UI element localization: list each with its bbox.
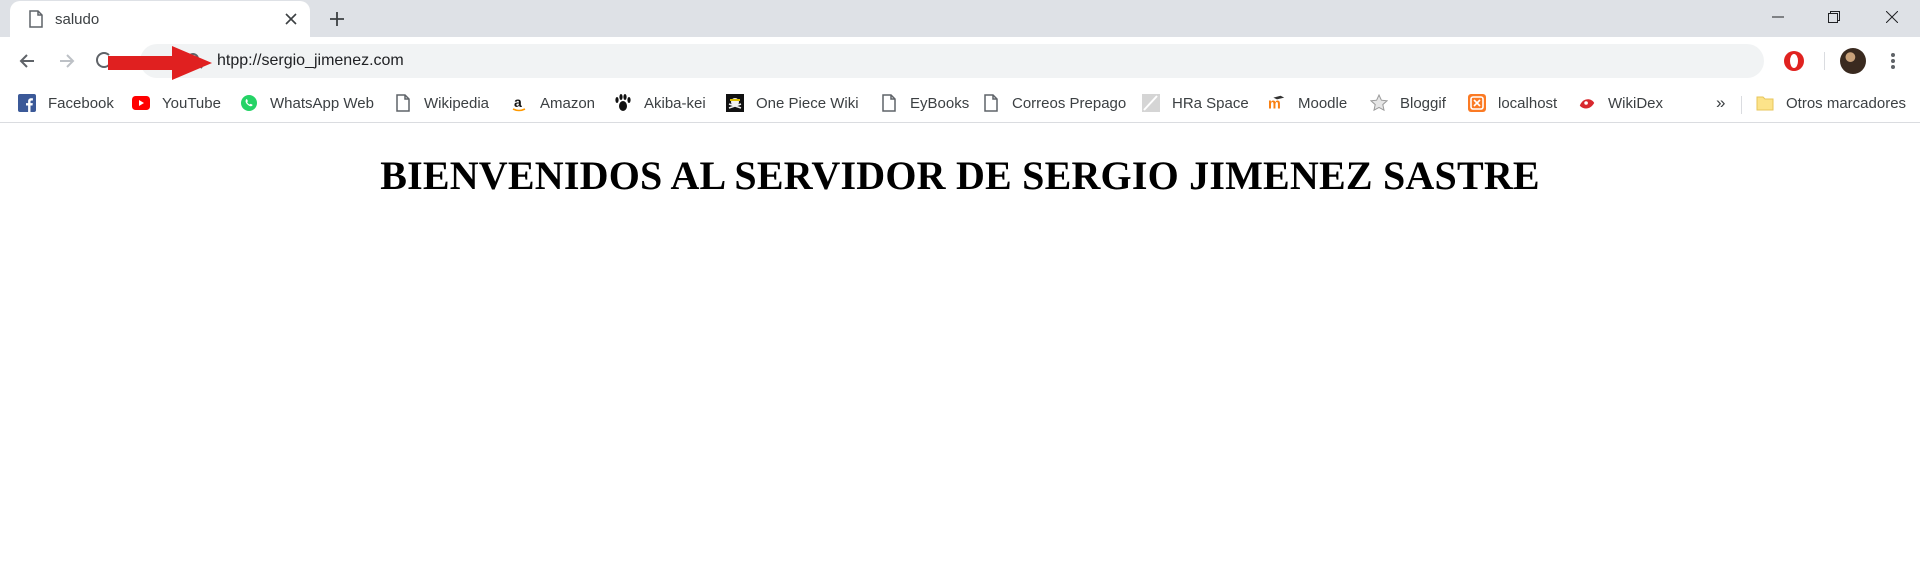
bookmark-one-piece-wiki[interactable]: One Piece Wiki: [726, 92, 859, 114]
bookmark-eybooks[interactable]: EyBooks: [880, 92, 969, 114]
bookmark-localhost[interactable]: localhost: [1468, 92, 1557, 114]
minimize-button[interactable]: [1750, 0, 1806, 34]
bookmarks-overflow-button[interactable]: »: [1716, 93, 1725, 113]
bookmark-youtube[interactable]: YouTube: [132, 92, 221, 114]
address-bar[interactable]: htpp://sergio_jimenez.com: [140, 44, 1764, 78]
bookmarks-bar: Facebook YouTube WhatsApp Web Wikipedia …: [0, 84, 1920, 123]
xampp-icon: [1468, 94, 1486, 112]
bookmark-label: YouTube: [162, 94, 221, 112]
menu-kebab-icon[interactable]: [1880, 48, 1906, 74]
bookmark-label: EyBooks: [910, 94, 970, 112]
tab-strip: saludo: [0, 0, 1920, 37]
new-tab-button[interactable]: [325, 7, 349, 31]
page-icon: [28, 10, 44, 28]
bookmark-label: Moodle: [1298, 94, 1348, 112]
page-icon: [880, 94, 898, 112]
bookmark-label: One Piece Wiki: [756, 94, 859, 112]
bookmark-label: Akiba-kei: [644, 94, 706, 112]
bookmark-wikipedia[interactable]: Wikipedia: [394, 92, 489, 114]
bookmark-label: Correos Prepago: [1012, 94, 1127, 112]
browser-toolbar: htpp://sergio_jimenez.com: [0, 37, 1920, 84]
bookmark-amazon[interactable]: a Amazon: [510, 92, 595, 114]
other-bookmarks-folder[interactable]: Otros marcadores: [1756, 92, 1906, 114]
bookmark-label: localhost: [1498, 94, 1558, 112]
folder-icon: [1756, 94, 1774, 112]
bookmark-label: Facebook: [48, 94, 114, 112]
bookmark-correos-prepago[interactable]: Correos Prepago: [982, 92, 1126, 114]
wikidex-icon: [1578, 94, 1596, 112]
page-viewport: BIENVENIDOS AL SERVIDOR DE SERGIO JIMENE…: [0, 124, 1920, 576]
hra-icon: [1142, 94, 1160, 112]
bookmark-whatsapp-web[interactable]: WhatsApp Web: [240, 92, 374, 114]
bookmark-label: Bloggif: [1400, 94, 1446, 112]
bookmark-label: WikiDex: [1608, 94, 1663, 112]
bookmark-wikidex[interactable]: WikiDex: [1578, 92, 1663, 114]
bookmark-facebook[interactable]: Facebook: [18, 92, 114, 114]
opera-extension-icon[interactable]: [1782, 49, 1806, 73]
bookmark-label: Otros marcadores: [1786, 94, 1907, 112]
bookmark-bloggif[interactable]: Bloggif: [1370, 92, 1446, 114]
tab-saludo[interactable]: saludo: [10, 1, 310, 37]
bookmark-label: Amazon: [540, 94, 596, 112]
svg-text:a: a: [514, 94, 522, 110]
bookmark-hra-space[interactable]: HRa Space: [1142, 92, 1249, 114]
bookmark-label: HRa Space: [1172, 94, 1249, 112]
whatsapp-icon: [240, 94, 258, 112]
paw-icon: [614, 94, 632, 112]
facebook-icon: [18, 94, 36, 112]
bookmark-moodle[interactable]: m Moodle: [1268, 92, 1347, 114]
moodle-icon: m: [1268, 94, 1286, 112]
star-icon: [1370, 94, 1388, 112]
one-piece-icon: [726, 94, 744, 112]
back-button[interactable]: [14, 48, 40, 74]
page-icon: [394, 94, 412, 112]
page-icon: [982, 94, 1000, 112]
restore-button[interactable]: [1806, 0, 1862, 34]
bookmark-label: Wikipedia: [424, 94, 490, 112]
red-arrow-annotation: [108, 46, 212, 80]
tab-title: saludo: [55, 11, 100, 28]
close-icon[interactable]: [282, 10, 300, 28]
bookmark-akiba-kei[interactable]: Akiba-kei: [614, 92, 706, 114]
bookmarks-divider: [1741, 96, 1742, 114]
bookmark-label: WhatsApp Web: [270, 94, 374, 112]
amazon-icon: a: [510, 94, 528, 112]
forward-button[interactable]: [54, 48, 80, 74]
page-title: BIENVENIDOS AL SERVIDOR DE SERGIO JIMENE…: [380, 153, 1540, 198]
youtube-icon: [132, 94, 150, 112]
profile-avatar[interactable]: [1840, 48, 1866, 74]
window-close-button[interactable]: [1864, 0, 1920, 34]
url-text[interactable]: htpp://sergio_jimenez.com: [217, 52, 404, 70]
toolbar-divider: [1824, 52, 1825, 70]
